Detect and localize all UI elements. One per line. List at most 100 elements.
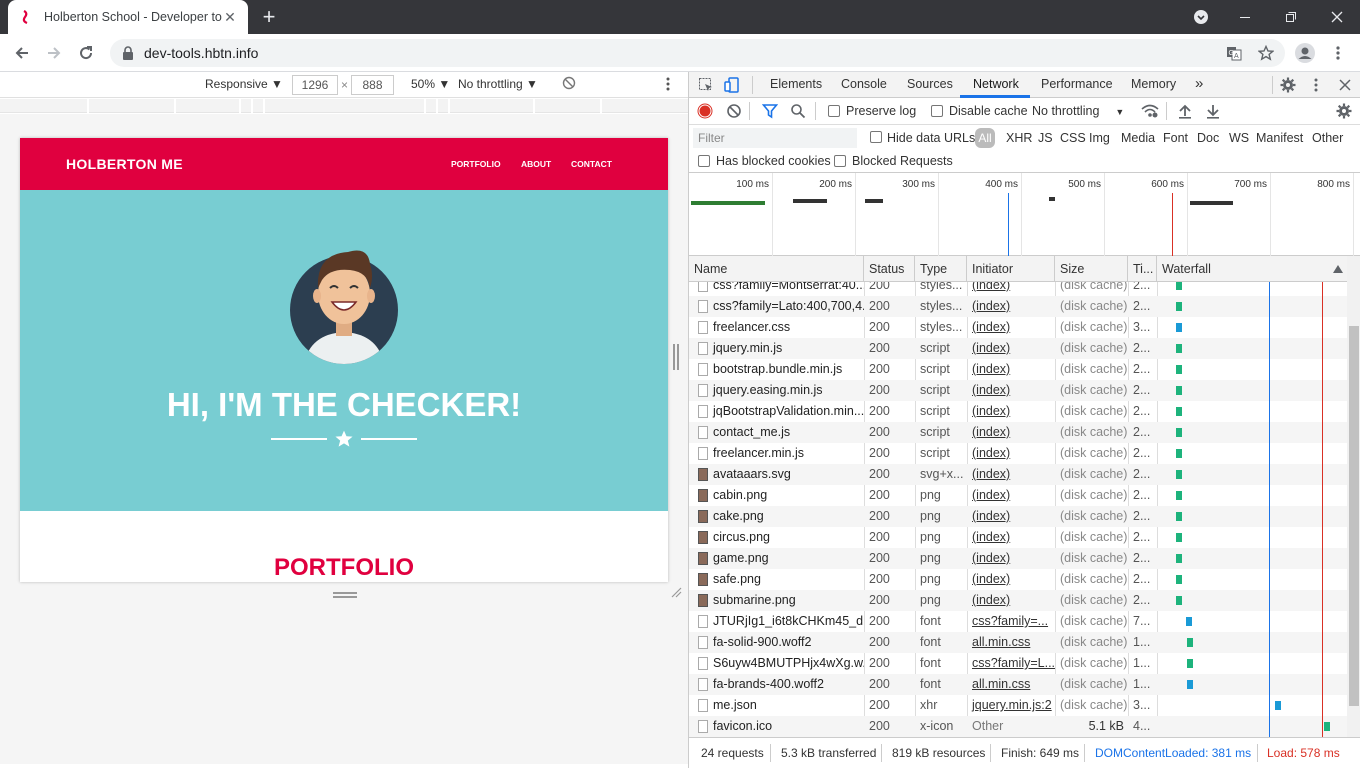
request-name[interactable]: fa-brands-400.woff2 — [689, 674, 864, 695]
request-initiator[interactable]: all.min.css — [967, 674, 1055, 695]
request-name[interactable]: cake.png — [689, 506, 864, 527]
export-har-icon[interactable] — [1206, 103, 1220, 119]
filter-type-xhr[interactable]: XHR — [1006, 131, 1032, 145]
request-name[interactable]: JTURjIg1_i6t8kCHKm45_d... — [689, 611, 864, 632]
column-name[interactable]: Name — [689, 256, 864, 282]
profile-avatar-icon[interactable] — [1292, 40, 1318, 66]
tab-memory[interactable]: Memory — [1131, 77, 1176, 91]
reload-icon[interactable] — [73, 40, 99, 66]
tab-elements[interactable]: Elements — [770, 77, 822, 91]
request-initiator[interactable]: (index) — [967, 590, 1055, 611]
table-row[interactable]: JTURjIg1_i6t8kCHKm45_d... 200 font css?fami… — [689, 611, 1347, 632]
inspect-element-icon[interactable] — [697, 76, 715, 94]
filter-input[interactable]: Filter — [693, 128, 857, 148]
new-tab-button[interactable]: + — [258, 6, 280, 29]
close-devtools-icon[interactable] — [1336, 76, 1354, 94]
tab-search-icon[interactable] — [1178, 0, 1224, 34]
request-name[interactable]: jqBootstrapValidation.min... — [689, 401, 864, 422]
request-name[interactable]: game.png — [689, 548, 864, 569]
table-row[interactable]: freelancer.min.js 200 script (index) (disk c… — [689, 443, 1347, 464]
request-initiator[interactable]: (index) — [967, 422, 1055, 443]
forward-arrow-icon[interactable] — [41, 40, 67, 66]
request-initiator[interactable]: (index) — [967, 359, 1055, 380]
table-row[interactable]: submarine.png 200 png (index) (disk cache) 2.… — [689, 590, 1347, 611]
table-row[interactable]: avataaars.svg 200 svg+x... (index) (disk cac… — [689, 464, 1347, 485]
request-initiator[interactable]: (index) — [967, 380, 1055, 401]
table-row[interactable]: css?family=Montserrat:40... 200 styles... (… — [689, 282, 1347, 296]
request-initiator[interactable]: (index) — [967, 527, 1055, 548]
request-name[interactable]: contact_me.js — [689, 422, 864, 443]
more-tabs-icon[interactable]: » — [1195, 75, 1203, 92]
viewport-width-input[interactable]: 1296 — [292, 75, 338, 95]
table-row[interactable]: bootstrap.bundle.min.js 200 script (index) (… — [689, 359, 1347, 380]
throttling-select[interactable]: No throttling ▼ — [458, 77, 538, 91]
devtools-more-icon[interactable] — [1307, 76, 1325, 94]
request-initiator[interactable]: (index) — [967, 548, 1055, 569]
request-initiator[interactable]: (index) — [967, 569, 1055, 590]
column-type[interactable]: Type — [915, 256, 967, 282]
table-row[interactable]: jqBootstrapValidation.min... 200 script (in… — [689, 401, 1347, 422]
filter-funnel-icon[interactable] — [762, 103, 778, 119]
filter-type-ws[interactable]: WS — [1229, 131, 1249, 145]
clear-icon[interactable] — [726, 103, 742, 119]
tab-close-icon[interactable]: ✕ — [222, 9, 238, 25]
scrollbar-thumb[interactable] — [1349, 326, 1359, 706]
request-name[interactable]: S6uyw4BMUTPHjx4wXg.w... — [689, 653, 864, 674]
request-name[interactable]: avataaars.svg — [689, 464, 864, 485]
filter-type-font[interactable]: Font — [1163, 131, 1188, 145]
table-row[interactable]: jquery.min.js 200 script (index) (disk cache… — [689, 338, 1347, 359]
site-brand[interactable]: HOLBERTON ME — [66, 156, 183, 172]
request-initiator[interactable]: (index) — [967, 464, 1055, 485]
filter-type-media[interactable]: Media — [1121, 131, 1155, 145]
filter-type-img[interactable]: Img — [1089, 131, 1110, 145]
table-row[interactable]: css?family=Lato:400,700,4... 200 styles...… — [689, 296, 1347, 317]
request-initiator[interactable]: (index) — [967, 282, 1055, 296]
close-window-button[interactable] — [1314, 0, 1360, 34]
request-name[interactable]: fa-solid-900.woff2 — [689, 632, 864, 653]
tab-network[interactable]: Network — [973, 77, 1019, 91]
rotate-icon[interactable] — [562, 76, 576, 90]
request-name[interactable]: bootstrap.bundle.min.js — [689, 359, 864, 380]
request-initiator[interactable]: (index) — [967, 485, 1055, 506]
disable-cache-checkbox[interactable] — [931, 105, 943, 117]
table-row[interactable]: cabin.png 200 png (index) (disk cache) 2... — [689, 485, 1347, 506]
column-waterfall[interactable]: Waterfall — [1157, 256, 1347, 282]
back-arrow-icon[interactable] — [9, 40, 35, 66]
restore-button[interactable] — [1268, 0, 1314, 34]
nav-link-about[interactable]: ABOUT — [521, 159, 551, 169]
tab-console[interactable]: Console — [841, 77, 887, 91]
table-row[interactable]: fa-solid-900.woff2 200 font all.min.css (dis… — [689, 632, 1347, 653]
request-initiator[interactable]: jquery.min.js:2 — [967, 695, 1055, 716]
column-time[interactable]: Ti... — [1128, 256, 1157, 282]
preserve-log-checkbox[interactable] — [828, 105, 840, 117]
table-row[interactable]: safe.png 200 png (index) (disk cache) 2... — [689, 569, 1347, 590]
tab-sources[interactable]: Sources — [907, 77, 953, 91]
filter-type-other[interactable]: Other — [1312, 131, 1343, 145]
network-settings-icon[interactable] — [1336, 103, 1352, 119]
request-initiator[interactable]: (index) — [967, 443, 1055, 464]
filter-type-css[interactable]: CSS — [1060, 131, 1086, 145]
tab-performance[interactable]: Performance — [1041, 77, 1113, 91]
network-throttling-select[interactable]: No throttling ▼ — [1032, 104, 1124, 118]
translate-icon[interactable]: GA — [1221, 40, 1247, 66]
blocked-requests-checkbox[interactable] — [834, 155, 846, 167]
request-name[interactable]: freelancer.css — [689, 317, 864, 338]
table-row[interactable]: cake.png 200 png (index) (disk cache) 2... — [689, 506, 1347, 527]
filter-type-manifest[interactable]: Manifest — [1256, 131, 1303, 145]
import-har-icon[interactable] — [1178, 103, 1192, 119]
request-name[interactable]: circus.png — [689, 527, 864, 548]
network-conditions-icon[interactable] — [1141, 103, 1159, 119]
request-name[interactable]: submarine.png — [689, 590, 864, 611]
request-initiator[interactable]: (index) — [967, 401, 1055, 422]
device-mode-select[interactable]: Responsive ▼ — [205, 77, 283, 91]
request-initiator[interactable]: (index) — [967, 296, 1055, 317]
device-more-icon[interactable] — [666, 76, 670, 92]
request-name[interactable]: freelancer.min.js — [689, 443, 864, 464]
request-initiator[interactable]: css?family=... — [967, 611, 1055, 632]
request-name[interactable]: jquery.easing.min.js — [689, 380, 864, 401]
hide-data-urls-checkbox[interactable] — [870, 131, 882, 143]
viewport-resize-handle-right[interactable] — [673, 344, 679, 370]
minimize-button[interactable] — [1222, 0, 1268, 34]
table-row[interactable]: S6uyw4BMUTPHjx4wXg.w... 200 font css?family… — [689, 653, 1347, 674]
table-row[interactable]: jquery.easing.min.js 200 script (index) (dis… — [689, 380, 1347, 401]
